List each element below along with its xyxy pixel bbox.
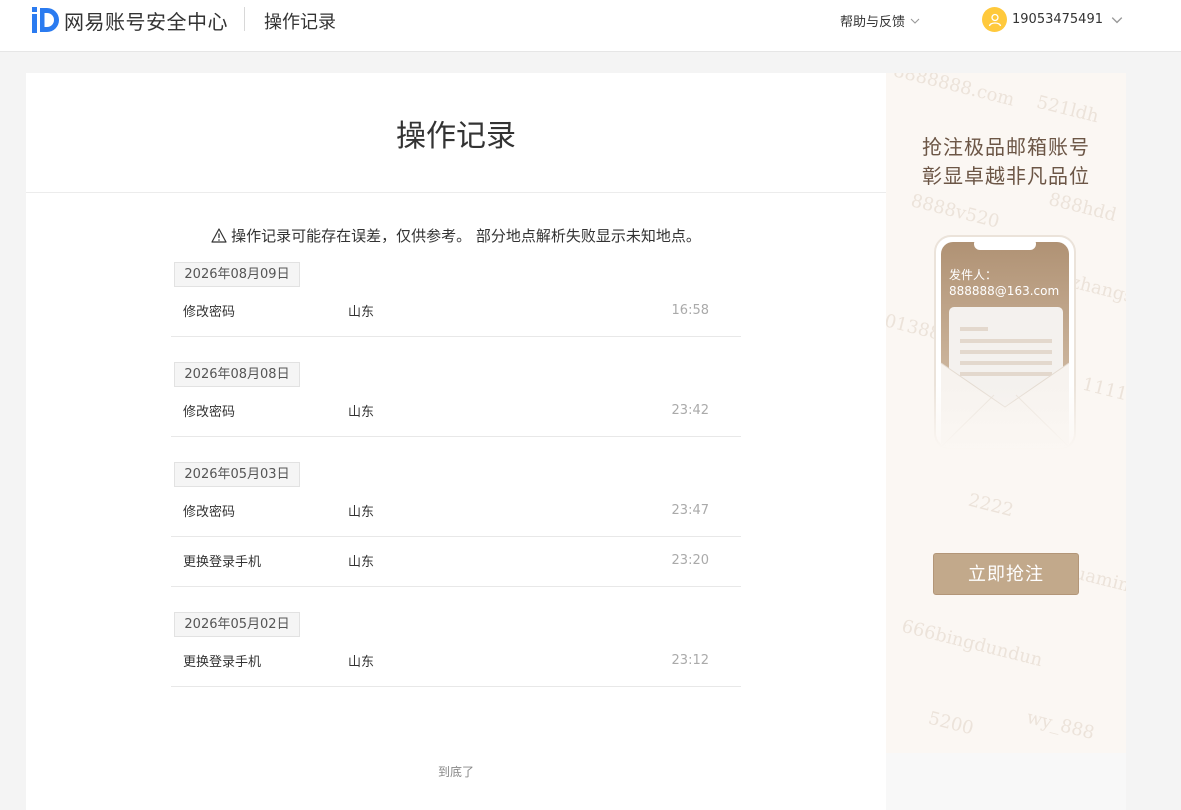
record-location: 山东 [348, 405, 375, 420]
table-row: 更换登录手机 山东 23:12 [171, 637, 741, 687]
ad-headline: 抢注极品邮箱账号 彰显卓越非凡品位 [886, 133, 1126, 191]
ad-headline-line: 抢注极品邮箱账号 [922, 135, 1090, 159]
records-list: 2026年08月09日 修改密码 山东 16:58 2026年08月08日 修改… [171, 262, 741, 712]
record-location: 山东 [348, 505, 375, 520]
id-logo-icon [32, 7, 60, 33]
ad-bg-word: 521ldh [1034, 91, 1101, 128]
date-tag: 2026年05月02日 [174, 612, 300, 637]
record-group: 2026年08月09日 修改密码 山东 16:58 [171, 262, 741, 362]
ad-footer-area [886, 753, 1126, 810]
header-divider [244, 7, 245, 31]
ad-bg-word: zhangs [1068, 271, 1126, 308]
card-header: 操作记录 [26, 73, 886, 193]
record-time: 23:42 [671, 403, 709, 418]
record-group: 2026年05月02日 更换登录手机 山东 23:12 [171, 612, 741, 712]
register-now-button[interactable]: 立即抢注 [933, 553, 1079, 595]
ad-sender-email: 888888@163.com [949, 284, 1060, 298]
ad-headline-line: 彰显卓越非凡品位 [922, 164, 1090, 188]
record-action: 更换登录手机 [183, 655, 262, 670]
ad-bg-word: 5200 [926, 707, 976, 740]
date-tag: 2026年08月08日 [174, 362, 300, 387]
ad-bg-word: 2222 [966, 489, 1016, 522]
record-time: 23:47 [671, 503, 709, 518]
ad-bg-word: wy_888 [1024, 706, 1097, 745]
user-phone: 19053475491 [1012, 12, 1103, 27]
warning-icon [211, 228, 227, 243]
logo[interactable]: 网易账号安全中心 [32, 7, 228, 34]
record-action: 修改密码 [183, 405, 236, 420]
end-of-list-text: 到底了 [437, 765, 474, 779]
ad-bg-word: 8888v520 [908, 190, 1002, 233]
avatar [982, 7, 1007, 32]
notice: 操作记录可能存在误差，仅供参考。 部分地点解析失败显示未知地点。 [26, 225, 886, 246]
ad-bg-word: 888hdd [1046, 188, 1119, 227]
record-action: 修改密码 [183, 305, 236, 320]
top-header: 网易账号安全中心 操作记录 帮助与反馈 19053475491 [0, 0, 1181, 52]
logo-text: 网易账号安全中心 [64, 9, 228, 34]
record-time: 23:12 [671, 653, 709, 668]
user-menu[interactable]: 19053475491 [982, 7, 1123, 32]
table-row: 更换登录手机 山东 23:20 [171, 537, 741, 587]
date-tag: 2026年08月09日 [174, 262, 300, 287]
record-group: 2026年08月08日 修改密码 山东 23:42 [171, 362, 741, 462]
record-action: 更换登录手机 [183, 555, 262, 570]
chevron-down-icon [1111, 16, 1123, 23]
ad-bg-word: 666bingdundun [899, 615, 1045, 672]
record-time: 23:20 [671, 553, 709, 568]
operation-records-card: 操作记录 操作记录可能存在误差，仅供参考。 部分地点解析失败显示未知地点。 20… [26, 73, 886, 810]
record-group: 2026年05月03日 修改密码 山东 23:47 更换登录手机 山东 23:2… [171, 462, 741, 612]
table-row: 修改密码 山东 23:42 [171, 387, 741, 437]
ad-sender-label: 发件人： [949, 268, 998, 282]
ad-banner[interactable]: 8888888.com 521ldh 888hdd 8888v520 zhang… [886, 73, 1126, 753]
page-title: 操作记录 [396, 118, 516, 154]
date-tag: 2026年05月03日 [174, 462, 300, 487]
ad-bg-word: 1111 [1080, 373, 1126, 406]
record-location: 山东 [348, 305, 375, 320]
help-feedback-label: 帮助与反馈 [840, 15, 906, 30]
record-time: 16:58 [671, 303, 709, 318]
table-row: 修改密码 山东 23:47 [171, 487, 741, 537]
notice-text: 操作记录可能存在误差，仅供参考。 部分地点解析失败显示未知地点。 [231, 227, 701, 245]
table-row: 修改密码 山东 16:58 [171, 287, 741, 337]
header-page-title: 操作记录 [264, 12, 336, 33]
phone-illustration: 发件人： 888888@163.com [934, 235, 1076, 450]
ad-bg-word: 8888888.com [891, 73, 1017, 111]
record-action: 修改密码 [183, 505, 236, 520]
chevron-down-icon [910, 18, 920, 24]
record-location: 山东 [348, 655, 375, 670]
user-icon [988, 13, 1001, 26]
help-feedback-menu[interactable]: 帮助与反馈 [840, 11, 920, 30]
record-location: 山东 [348, 555, 375, 570]
